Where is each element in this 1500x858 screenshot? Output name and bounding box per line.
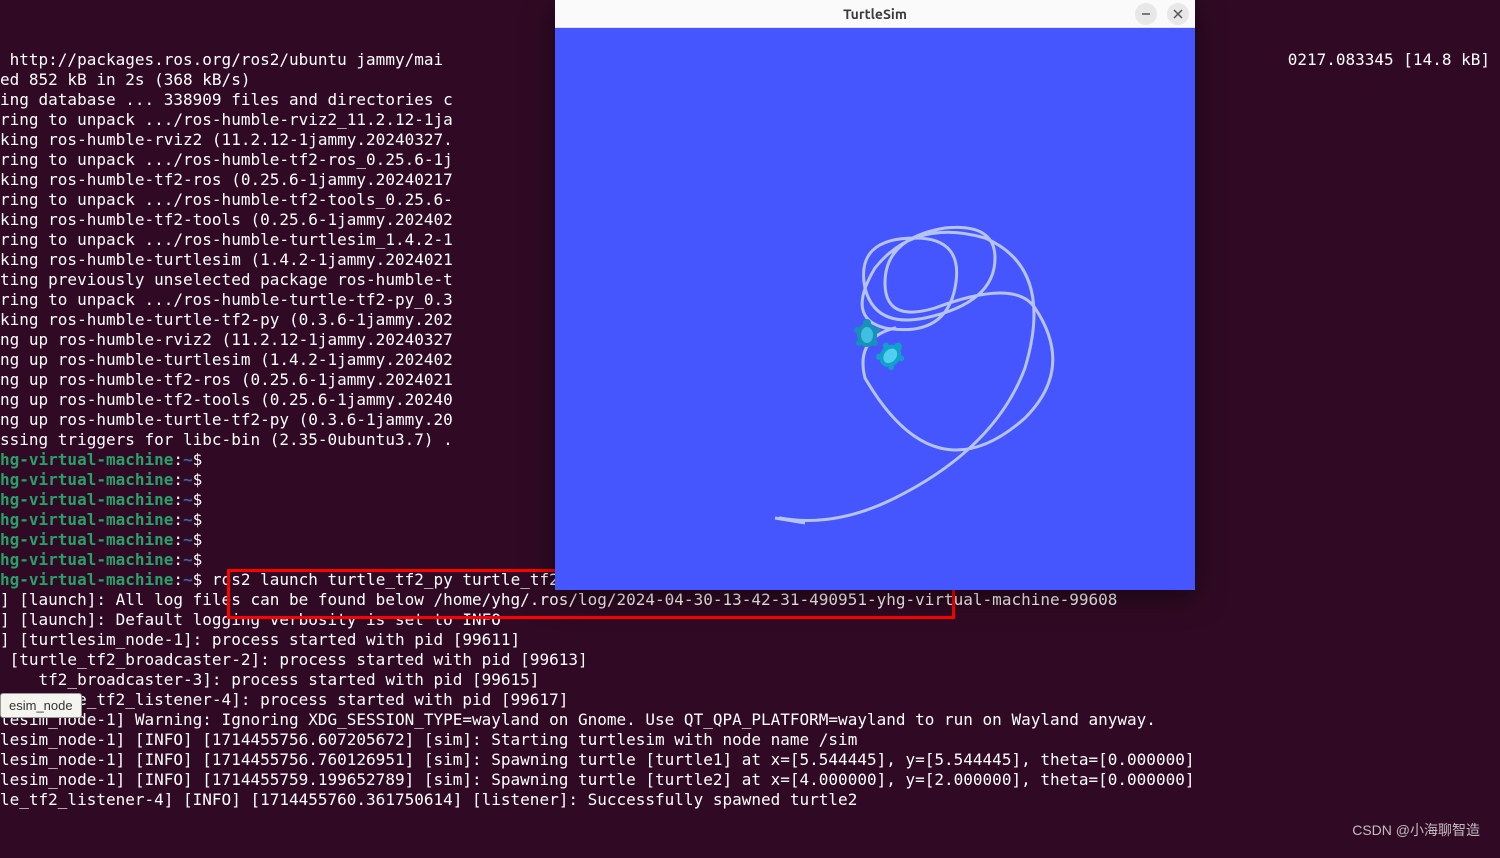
- terminal-line: le_tf2_listener-4] [INFO] [1714455760.36…: [0, 790, 1500, 810]
- window-minimize-icon[interactable]: [1135, 3, 1157, 25]
- hover-tooltip: esim_node: [0, 693, 82, 718]
- terminal-line: ] [launch]: All log files can be found b…: [0, 590, 1500, 610]
- terminal-line: ] [turtlesim_node-1]: process started wi…: [0, 630, 1500, 650]
- turtle1-icon: [850, 318, 880, 348]
- terminal-line: lesim_node-1] [INFO] [1714455756.7601269…: [0, 750, 1500, 770]
- terminal-line: lesim_node-1] Warning: Ignoring XDG_SESS…: [0, 710, 1500, 730]
- terminal-line: tf2_broadcaster-3]: process started with…: [0, 670, 1500, 690]
- turtle-trail: [555, 28, 1195, 590]
- terminal-line: ] [launch]: Default logging verbosity is…: [0, 610, 1500, 630]
- window-close-icon[interactable]: [1167, 3, 1189, 25]
- turtlesim-canvas: [555, 28, 1195, 590]
- terminal-line: lesim_node-1] [INFO] [1714455756.6072056…: [0, 730, 1500, 750]
- turtlesim-title: TurtleSim: [555, 6, 1195, 22]
- terminal-line: lesim_node-1] [INFO] [1714455759.1996527…: [0, 770, 1500, 790]
- terminal-line: ] [turtle_tf2_listener-4]: process start…: [0, 690, 1500, 710]
- turtlesim-titlebar[interactable]: TurtleSim: [555, 0, 1195, 28]
- csdn-watermark: CSDN @小海聊智造: [1352, 820, 1480, 840]
- download-status: 0217.083345 [14.8 kB]: [1288, 50, 1490, 70]
- terminal-line: [turtle_tf2_broadcaster-2]: process star…: [0, 650, 1500, 670]
- turtlesim-window[interactable]: TurtleSim: [555, 0, 1195, 590]
